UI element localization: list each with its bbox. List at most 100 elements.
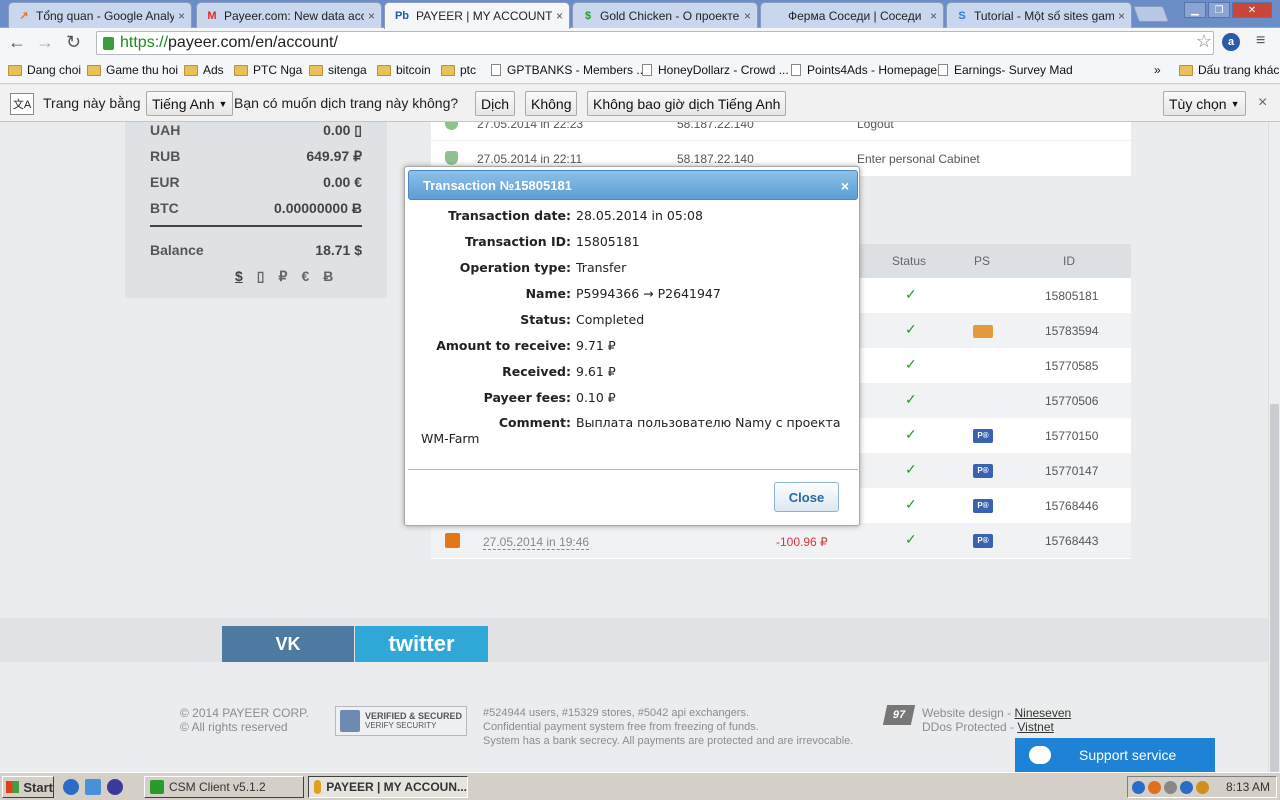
detail-label: Transaction ID: [464, 234, 571, 249]
transaction-dialog: Transaction №15805181 × Transaction date… [404, 166, 860, 526]
translate-options-button[interactable]: Tùy chọn ▼ [1163, 91, 1246, 116]
never-translate-button[interactable]: Không bao giờ dịch Tiếng Anh [587, 91, 787, 116]
close-icon[interactable]: × [556, 9, 563, 23]
tab-gmail[interactable]: M Payeer.com: New data acce × [196, 2, 382, 28]
twitter-button[interactable]: twitter [355, 626, 488, 662]
payeer-ps-icon: P® [973, 429, 993, 443]
media-player-icon[interactable] [107, 779, 123, 795]
bookmark-label: Earnings- Survey Mad [954, 63, 1073, 77]
tab-ferma-sosedi[interactable]: Ферма Соседи | Соседи × [760, 2, 944, 28]
close-icon[interactable]: × [368, 9, 375, 23]
task-label: CSM Client v5.1.2 [169, 780, 266, 794]
ie-icon[interactable] [63, 779, 79, 795]
task-payeer-chrome[interactable]: PAYEER | MY ACCOUN... [308, 776, 468, 798]
task-csm-client[interactable]: CSM Client v5.1.2 [144, 776, 304, 798]
tab-label: PAYEER | MY ACCOUNT [416, 9, 552, 23]
currency-symbol: ▯ [354, 122, 362, 138]
close-icon[interactable]: × [178, 9, 185, 23]
tab-google-analytics[interactable]: ↗ Tổng quan - Google Analytic × [8, 2, 192, 28]
chat-bubble-icon [1029, 746, 1051, 764]
bookmark-folder[interactable]: Game thu hoi [87, 63, 178, 77]
tray-icon[interactable] [1196, 780, 1209, 794]
table-row[interactable]: 27.05.2014 in 19:46 -100.96 ₽ ✓ P® 15768… [431, 523, 1131, 558]
tray-icon[interactable] [1180, 780, 1193, 794]
currency-code: RUB [150, 148, 181, 164]
close-icon[interactable]: × [930, 9, 937, 23]
tray-icon[interactable] [1132, 780, 1145, 794]
nineseven-link[interactable]: Nineseven [1015, 706, 1072, 720]
bookmark-label: sitenga [328, 63, 367, 77]
bookmark-page[interactable]: Points4Ads - Homepage [791, 63, 937, 77]
forward-arrow-icon[interactable]: → [36, 32, 54, 53]
bookmark-page[interactable]: HoneyDollarz - Crowd ... [642, 63, 789, 77]
new-tab-button[interactable] [1133, 6, 1169, 22]
detail-value: 9.61 ₽ [576, 364, 616, 379]
close-icon[interactable]: × [841, 178, 849, 194]
support-service-button[interactable]: Support service [1015, 738, 1215, 772]
currency-link-usd[interactable]: $ [235, 268, 243, 285]
currency-link-uah[interactable]: ▯ [257, 268, 265, 285]
scrollbar-thumb[interactable] [1270, 404, 1279, 774]
transaction-date-link[interactable]: 27.05.2014 in 19:46 [483, 535, 590, 550]
header-status: Status [892, 254, 927, 268]
blank-page-icon [769, 9, 783, 23]
restore-icon[interactable]: ❐ [1208, 2, 1230, 18]
currency-link-rub[interactable]: ₽ [279, 268, 288, 285]
bookmark-label: Dấu trang khác [1198, 63, 1280, 77]
payeer-ps-icon: P® [973, 534, 993, 548]
back-arrow-icon[interactable]: ← [8, 32, 26, 53]
reload-icon[interactable]: ↻ [66, 32, 81, 53]
bookmark-star-icon[interactable]: ☆ [1196, 31, 1212, 52]
tab-payeer-account[interactable]: Pb PAYEER | MY ACCOUNT × [384, 2, 570, 29]
translate-button[interactable]: Dịch [475, 91, 516, 116]
start-button[interactable]: Start [2, 776, 54, 798]
bookmark-label: Game thu hoi [106, 63, 179, 77]
tab-gold-chicken[interactable]: $ Gold Chicken - О проекте × [572, 2, 758, 28]
close-icon[interactable]: × [1258, 94, 1267, 112]
bookmark-page[interactable]: Earnings- Survey Mad [938, 63, 1073, 77]
window-close-icon[interactable]: ✕ [1232, 2, 1272, 18]
bookmark-page[interactable]: GPTBANKS - Members ... [491, 63, 646, 77]
vk-button[interactable]: VK [222, 626, 354, 662]
other-bookmarks[interactable]: Dấu trang khác [1179, 63, 1279, 77]
analytics-icon: ↗ [19, 10, 29, 22]
page-scrollbar[interactable] [1268, 122, 1280, 774]
close-icon[interactable]: × [744, 9, 751, 23]
check-icon: ✓ [905, 356, 917, 372]
csm-icon [150, 780, 164, 794]
no-translate-button[interactable]: Không [525, 91, 578, 116]
close-icon[interactable]: × [1118, 9, 1125, 23]
translate-language-select[interactable]: Tiếng Anh ▼ [146, 91, 234, 116]
bookmarks-overflow-chevron[interactable]: » [1154, 63, 1161, 77]
detail-row: Received: 9.61 ₽ [421, 364, 851, 379]
bookmark-folder[interactable]: Ads [184, 63, 224, 77]
vistnet-link[interactable]: Vistnet [1017, 720, 1053, 734]
currency-link-btc[interactable]: Ƀ [323, 268, 333, 285]
windows-taskbar: Start CSM Client v5.1.2 PAYEER | MY ACCO… [0, 772, 1280, 800]
tray-icon[interactable] [1164, 780, 1177, 794]
currency-link-eur[interactable]: € [301, 268, 309, 285]
row-id: 15770506 [1045, 394, 1099, 408]
explorer-icon[interactable] [85, 779, 101, 795]
folder-icon [87, 64, 101, 76]
menu-icon[interactable]: ≡ [1256, 32, 1265, 50]
url-bar[interactable]: https://payeer.com/en/account/ [96, 31, 1214, 55]
tray-icon[interactable] [1148, 780, 1161, 794]
log-row: 27.05.2014 in 22:23 58.187.22.140 Logout [431, 122, 1131, 140]
bookmark-folder[interactable]: sitenga [309, 63, 367, 77]
verified-secured-badge[interactable]: VERIFIED & SECURED VERIFY SECURITY [335, 706, 467, 736]
detail-value: Transfer [576, 260, 627, 275]
tab-tutorial[interactable]: S Tutorial - Một số sites game × [946, 2, 1132, 28]
extension-icon[interactable]: a [1222, 33, 1240, 51]
close-button[interactable]: Close [774, 482, 839, 512]
bookmark-folder[interactable]: PTC Nga [234, 63, 302, 77]
minimize-icon[interactable]: ▁ [1184, 2, 1206, 18]
currency-symbol: € [354, 174, 362, 190]
check-icon: ✓ [905, 531, 917, 547]
bookmark-folder[interactable]: ptc [441, 63, 476, 77]
bookmark-folder[interactable]: bitcoin [377, 63, 431, 77]
task-label: PAYEER | MY ACCOUN... [326, 780, 467, 794]
bookmark-folder[interactable]: Dang choi [8, 63, 81, 77]
bookmark-label: Dang choi [27, 63, 82, 77]
check-icon: ✓ [905, 286, 917, 302]
